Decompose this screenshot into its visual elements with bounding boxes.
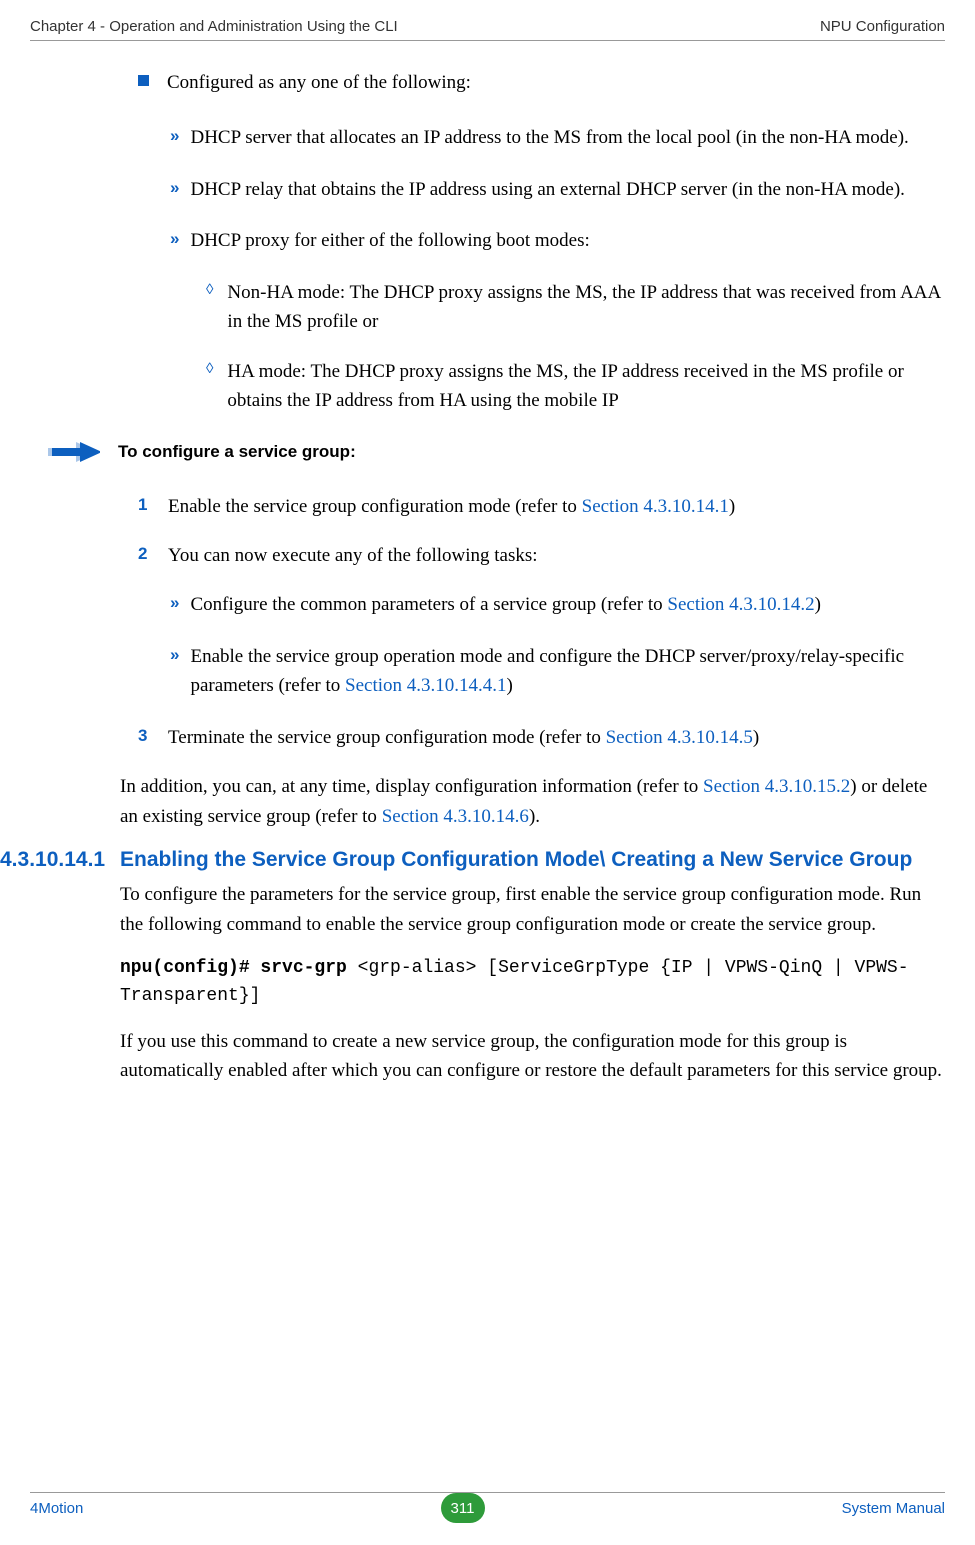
cross-ref-link[interactable]: Section 4.3.10.14.6 — [382, 806, 529, 827]
cross-ref-link[interactable]: Section 4.3.10.14.4.1 — [345, 675, 507, 696]
section-heading: 4.3.10.14.1 Enabling the Service Group C… — [0, 847, 945, 872]
text-span: Enable the service group configuration m… — [168, 496, 582, 517]
chevron-icon: » — [170, 645, 176, 665]
paragraph: To configure the parameters for the serv… — [120, 880, 945, 939]
text-span: Configure the common parameters of a ser… — [190, 594, 667, 615]
chevron-icon: » — [170, 126, 176, 146]
header-right: NPU Configuration — [820, 18, 945, 35]
sub-item: » Enable the service group operation mod… — [170, 642, 945, 701]
procedure-heading: To configure a service group: — [46, 438, 945, 466]
cross-ref-link[interactable]: Section 4.3.10.14.2 — [667, 594, 814, 615]
page-footer: 4Motion 311 System Manual — [30, 1493, 945, 1523]
sub-text: DHCP server that allocates an IP address… — [190, 123, 908, 152]
procedure-title: To configure a service group: — [118, 442, 356, 462]
bullet-item: Configured as any one of the following: — [138, 68, 945, 97]
step-number: 2 — [138, 544, 150, 564]
text-span: ). — [529, 806, 540, 827]
header-rule — [30, 40, 945, 41]
step-item: 2 You can now execute any of the followi… — [138, 541, 945, 570]
sub-item: » DHCP server that allocates an IP addre… — [170, 123, 945, 152]
diamond-icon: ◊ — [206, 282, 213, 299]
chevron-icon: » — [170, 178, 176, 198]
paragraph: If you use this command to create a new … — [120, 1027, 945, 1086]
arrow-icon — [46, 438, 100, 466]
sub-sub-item: ◊ Non-HA mode: The DHCP proxy assigns th… — [206, 278, 945, 337]
text-span: ) — [729, 496, 735, 517]
sub-sub-item: ◊ HA mode: The DHCP proxy assigns the MS… — [206, 357, 945, 416]
sub-sub-text: Non-HA mode: The DHCP proxy assigns the … — [227, 278, 945, 337]
text-span: Enable the service group operation mode … — [190, 646, 904, 696]
page-number: 311 — [451, 1500, 475, 1517]
step-number: 1 — [138, 495, 150, 515]
sub-text: Enable the service group operation mode … — [190, 642, 945, 701]
sub-item: » DHCP relay that obtains the IP address… — [170, 175, 945, 204]
text-span: ) — [507, 675, 513, 696]
paragraph: In addition, you can, at any time, displ… — [120, 772, 945, 831]
sub-text: DHCP relay that obtains the IP address u… — [190, 175, 904, 204]
step-text: Terminate the service group configuratio… — [168, 723, 759, 752]
text-span: ) — [815, 594, 821, 615]
square-bullet-icon — [138, 75, 149, 86]
chevron-icon: » — [170, 229, 176, 249]
text-span: Terminate the service group configuratio… — [168, 727, 606, 748]
step-item: 1 Enable the service group configuration… — [138, 492, 945, 521]
step-item: 3 Terminate the service group configurat… — [138, 723, 945, 752]
text-span: ) — [753, 727, 759, 748]
step-text: Enable the service group configuration m… — [168, 492, 735, 521]
section-title: Enabling the Service Group Configuration… — [120, 847, 912, 872]
command-block: npu(config)# srvc-grp <grp-alias> [Servi… — [120, 955, 945, 1011]
step-number: 3 — [138, 726, 150, 746]
cross-ref-link[interactable]: Section 4.3.10.15.2 — [703, 776, 850, 797]
footer-left: 4Motion — [30, 1500, 83, 1517]
step-text: You can now execute any of the following… — [168, 541, 538, 570]
sub-text: Configure the common parameters of a ser… — [190, 590, 821, 619]
page-number-badge: 311 — [441, 1493, 485, 1523]
diamond-icon: ◊ — [206, 361, 213, 378]
cross-ref-link[interactable]: Section 4.3.10.14.1 — [582, 496, 729, 517]
footer-right: System Manual — [842, 1500, 945, 1517]
cross-ref-link[interactable]: Section 4.3.10.14.5 — [606, 727, 753, 748]
sub-text: DHCP proxy for either of the following b… — [190, 226, 589, 255]
chevron-icon: » — [170, 593, 176, 613]
header-left: Chapter 4 - Operation and Administration… — [30, 18, 398, 35]
sub-item: » Configure the common parameters of a s… — [170, 590, 945, 619]
sub-item: » DHCP proxy for either of the following… — [170, 226, 945, 255]
text-span: In addition, you can, at any time, displ… — [120, 776, 703, 797]
section-number: 4.3.10.14.1 — [0, 847, 120, 872]
sub-sub-text: HA mode: The DHCP proxy assigns the MS, … — [227, 357, 945, 416]
bullet-text: Configured as any one of the following: — [167, 68, 471, 97]
page-header: Chapter 4 - Operation and Administration… — [30, 18, 945, 35]
command-bold: npu(config)# srvc-grp — [120, 958, 358, 978]
